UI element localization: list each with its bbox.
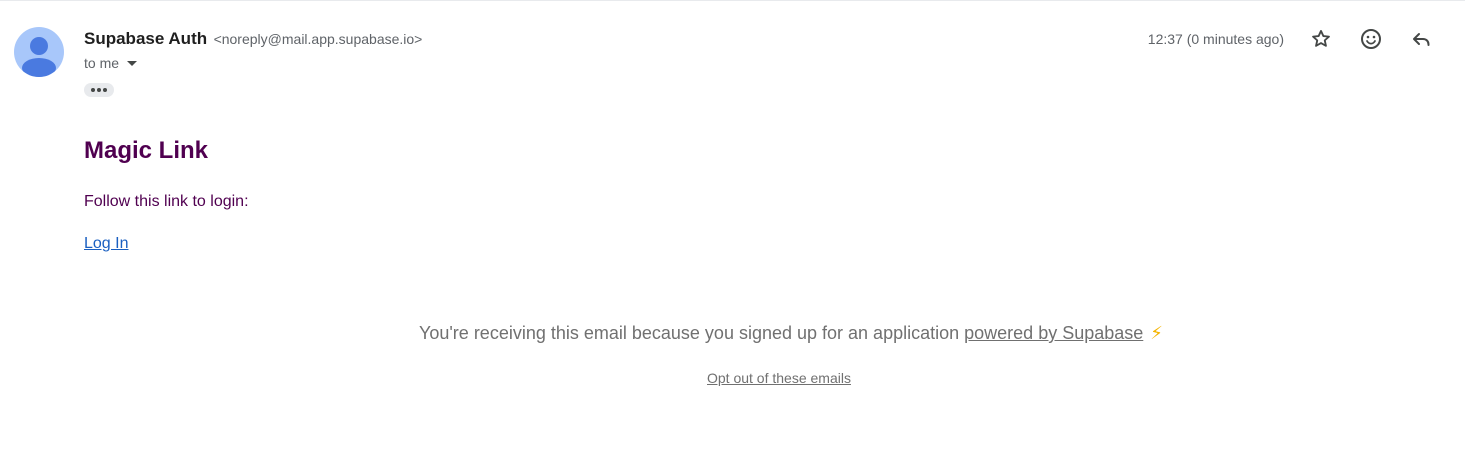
add-reaction-button[interactable] xyxy=(1357,25,1385,53)
footer-notice: You're receiving this email because you … xyxy=(419,321,1163,345)
sender-line: Supabase Auth <noreply@mail.app.supabase… xyxy=(84,28,422,50)
person-avatar-icon xyxy=(22,37,56,77)
sender-block: Supabase Auth <noreply@mail.app.supabase… xyxy=(84,28,422,73)
powered-by-supabase-link[interactable]: powered by Supabase xyxy=(964,323,1143,343)
show-trimmed-content-button[interactable] xyxy=(84,83,114,97)
message-timestamp: 12:37 (0 minutes ago) xyxy=(1147,31,1284,47)
login-link[interactable]: Log In xyxy=(84,234,128,254)
footer-text: You're receiving this email because you … xyxy=(419,323,960,343)
recipient-label: to me xyxy=(84,55,120,71)
sender-name[interactable]: Supabase Auth xyxy=(84,29,207,48)
more-horizontal-icon xyxy=(91,88,95,92)
emoji-reaction-icon xyxy=(1361,29,1381,49)
star-icon xyxy=(1312,30,1330,47)
reply-icon xyxy=(1413,33,1430,46)
chevron-down-icon xyxy=(127,61,138,66)
star-button[interactable] xyxy=(1307,25,1335,53)
more-horizontal-icon xyxy=(103,88,107,92)
lightning-bolt-icon: ⚡ xyxy=(1150,323,1163,343)
email-title: Magic Link xyxy=(84,137,209,164)
opt-out-link[interactable]: Opt out of these emails xyxy=(707,368,851,388)
sender-avatar[interactable] xyxy=(14,27,64,77)
top-divider xyxy=(0,0,1465,1)
recipient-details-toggle[interactable]: to me xyxy=(84,53,422,73)
login-instruction: Follow this link to login: xyxy=(84,193,249,210)
sender-email: <noreply@mail.app.supabase.io> xyxy=(213,31,423,47)
more-horizontal-icon xyxy=(97,88,101,92)
reply-button[interactable] xyxy=(1407,25,1435,53)
